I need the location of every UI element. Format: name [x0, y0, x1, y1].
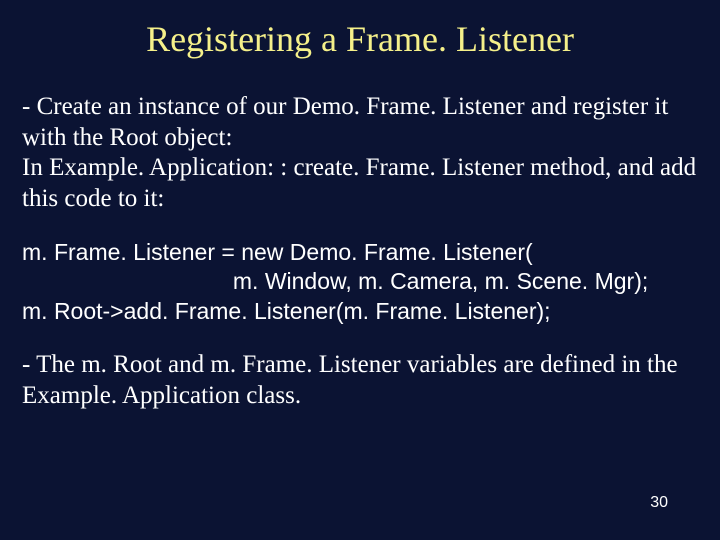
paragraph-note: - The m. Root and m. Frame. Listener var…	[22, 350, 698, 411]
slide-body: - Create an instance of our Demo. Frame.…	[22, 92, 698, 411]
slide: Registering a Frame. Listener - Create a…	[0, 0, 720, 540]
paragraph-intro: - Create an instance of our Demo. Frame.…	[22, 92, 698, 214]
slide-title: Registering a Frame. Listener	[0, 18, 720, 60]
code-block: m. Frame. Listener = new Demo. Frame. Li…	[22, 238, 698, 326]
page-number: 30	[650, 494, 668, 512]
